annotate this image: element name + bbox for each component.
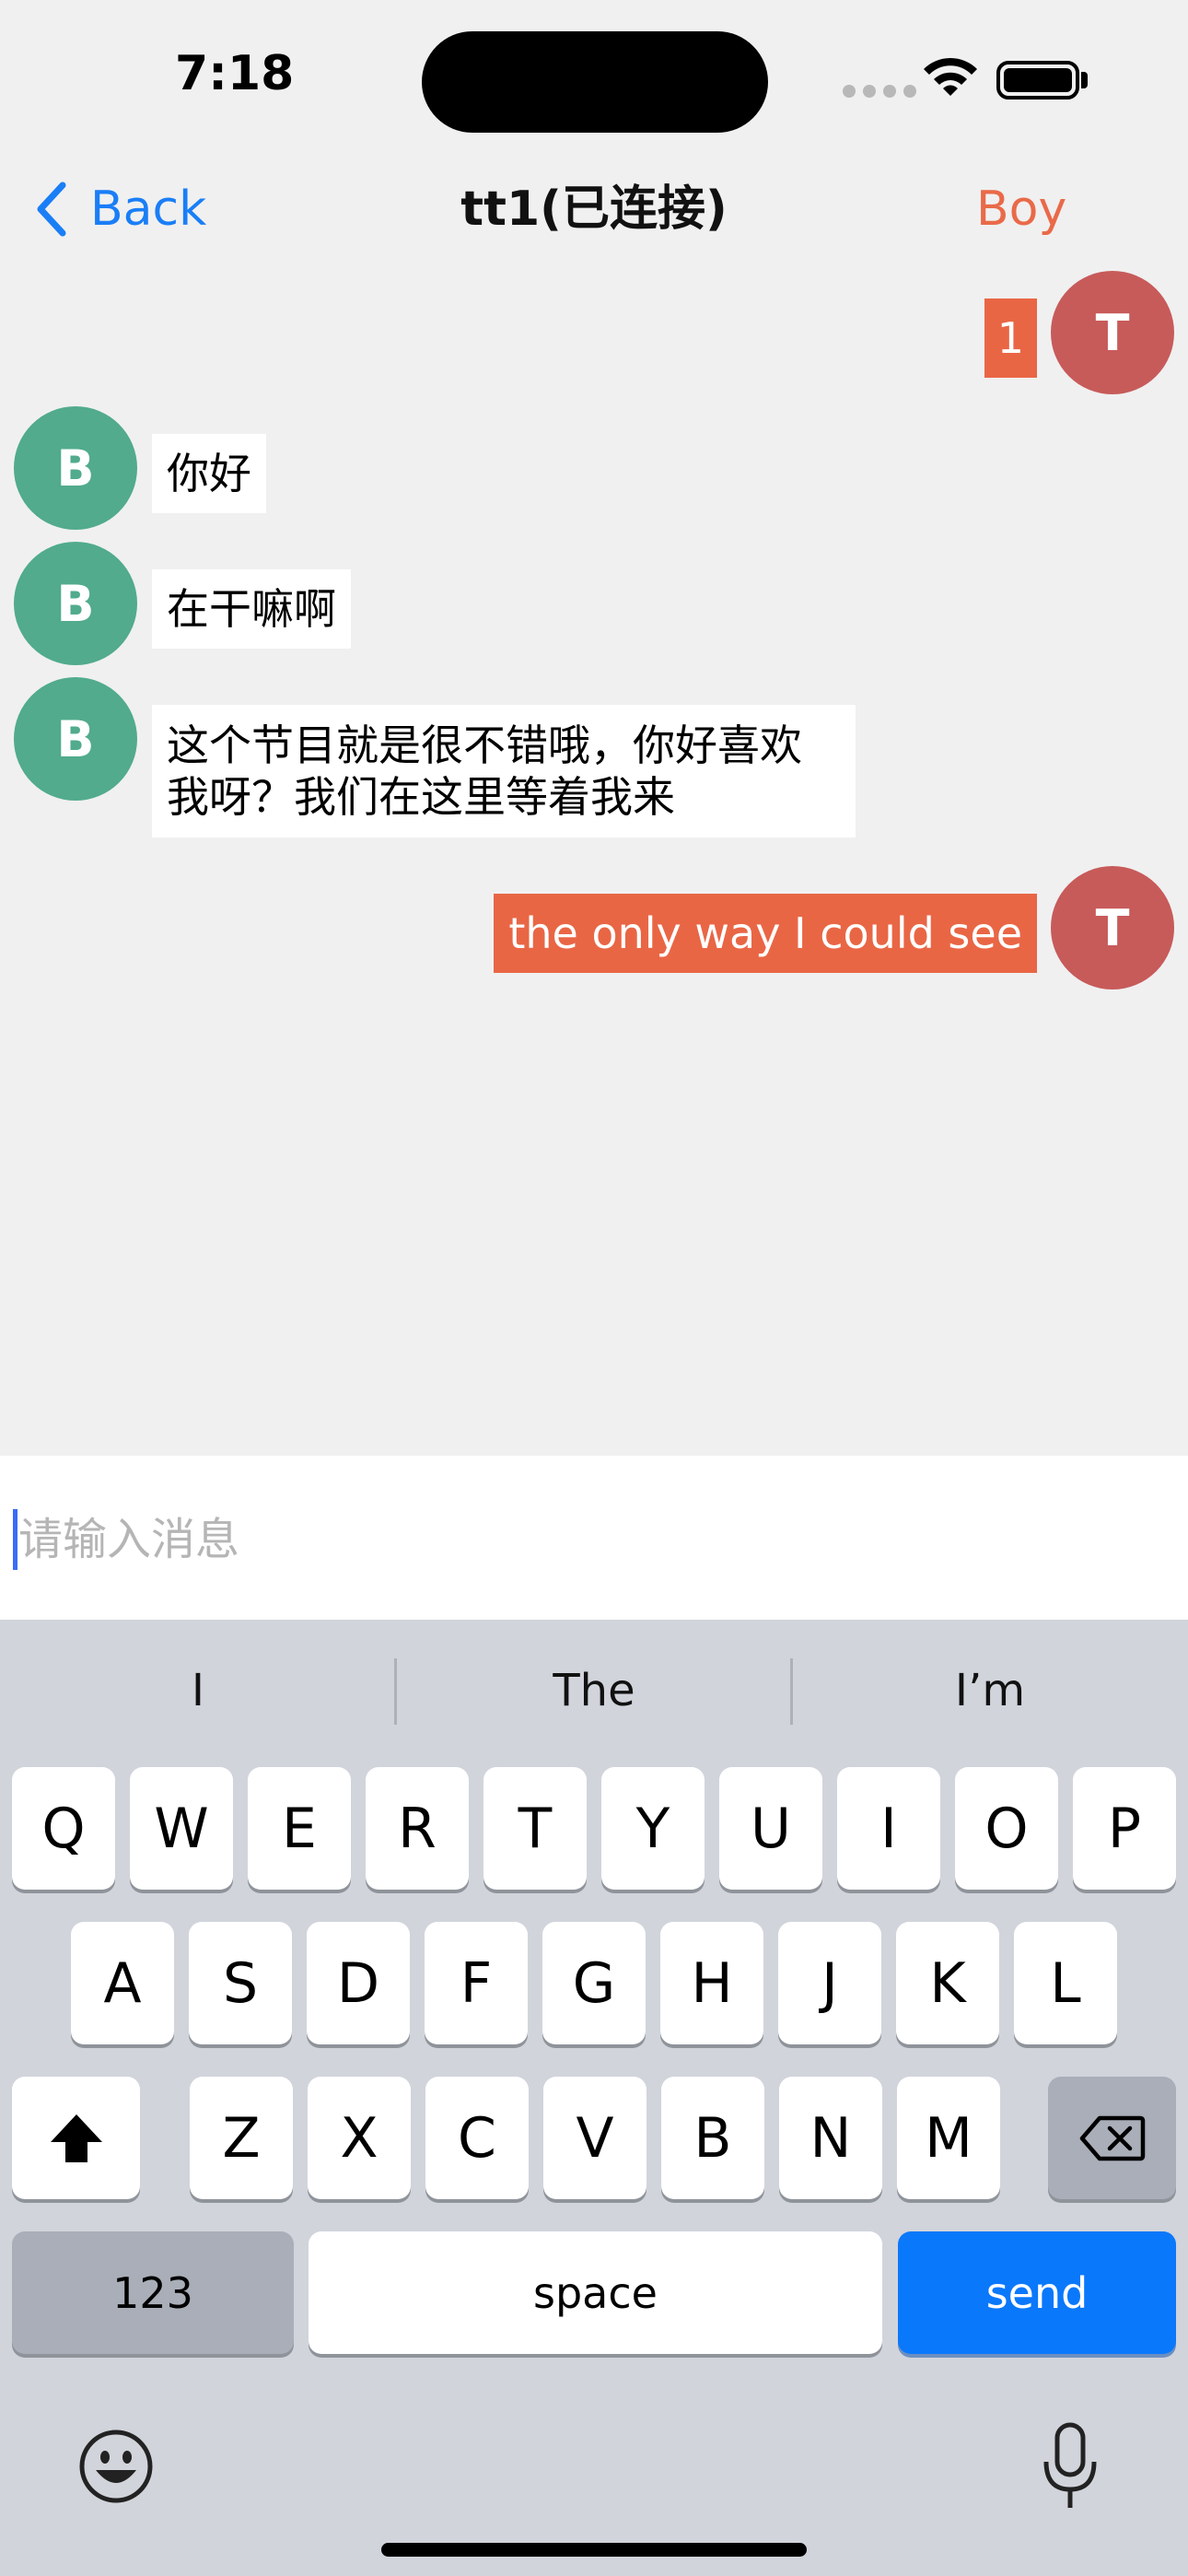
key-p[interactable]: P [1073,1767,1176,1890]
shift-icon [50,2113,102,2162]
avatar[interactable]: T [1051,271,1174,394]
back-button[interactable]: Back [33,177,206,241]
key-c[interactable]: C [425,2077,529,2199]
key-g[interactable]: G [542,1922,646,2044]
key-n[interactable]: N [779,2077,882,2199]
key-j[interactable]: J [778,1922,881,2044]
message-bubble[interactable]: 你好 [152,434,266,513]
key-t[interactable]: T [483,1767,587,1890]
wifi-icon [924,57,977,96]
back-label: Back [90,181,207,237]
key-u[interactable]: U [719,1767,822,1890]
chevron-left-icon [37,181,66,237]
suggestion-item[interactable]: I’m [792,1640,1188,1741]
battery-icon [996,61,1079,100]
avatar[interactable]: B [14,677,137,801]
key-b[interactable]: B [661,2077,764,2199]
key-q[interactable]: Q [12,1767,115,1890]
message-line: 这个节目就是很不错哦，你好喜欢 [167,720,802,770]
key-r[interactable]: R [366,1767,469,1890]
home-indicator [381,2543,807,2557]
delete-icon [1079,2115,1145,2160]
microphone-icon[interactable] [1039,2421,1101,2513]
message-input[interactable] [17,1493,1125,1587]
dynamic-island [422,31,768,133]
emoji-icon[interactable] [77,2428,155,2505]
key-v[interactable]: V [543,2077,646,2199]
key-z[interactable]: Z [190,2077,293,2199]
avatar[interactable]: B [14,542,137,665]
send-key[interactable]: send [898,2231,1176,2354]
status-time: 7:18 [175,46,295,101]
suggestion-item[interactable]: I [0,1640,396,1741]
key-e[interactable]: E [248,1767,351,1890]
key-h[interactable]: H [660,1922,763,2044]
shift-key[interactable] [12,2077,140,2199]
key-a[interactable]: A [71,1922,174,2044]
suggestion-item[interactable]: The [396,1640,792,1741]
avatar[interactable]: B [14,406,137,530]
message-bubble[interactable]: 1 [984,299,1037,378]
space-key[interactable]: space [309,2231,882,2354]
avatar[interactable]: T [1051,866,1174,989]
key-s[interactable]: S [189,1922,292,2044]
key-y[interactable]: Y [601,1767,705,1890]
key-m[interactable]: M [897,2077,1000,2199]
boy-button[interactable]: Boy [976,177,1066,241]
message-bubble[interactable]: 这个节目就是很不错哦，你好喜欢 我呀？我们在这里等着我来 [152,705,856,837]
message-line: 我呀？我们在这里等着我来 [167,772,675,822]
delete-key[interactable] [1048,2077,1176,2199]
key-d[interactable]: D [307,1922,410,2044]
key-o[interactable]: O [955,1767,1058,1890]
battery-tip [1081,72,1088,88]
message-bubble[interactable]: 在干嘛啊 [152,569,351,649]
key-x[interactable]: X [308,2077,411,2199]
key-i[interactable]: I [837,1767,940,1890]
key-k[interactable]: K [896,1922,999,2044]
message-bubble[interactable]: the only way I could see [494,894,1037,973]
numbers-key[interactable]: 123 [12,2231,294,2354]
key-f[interactable]: F [425,1922,528,2044]
key-w[interactable]: W [130,1767,233,1890]
key-l[interactable]: L [1014,1922,1117,2044]
cellular-signal-icon [843,85,916,98]
